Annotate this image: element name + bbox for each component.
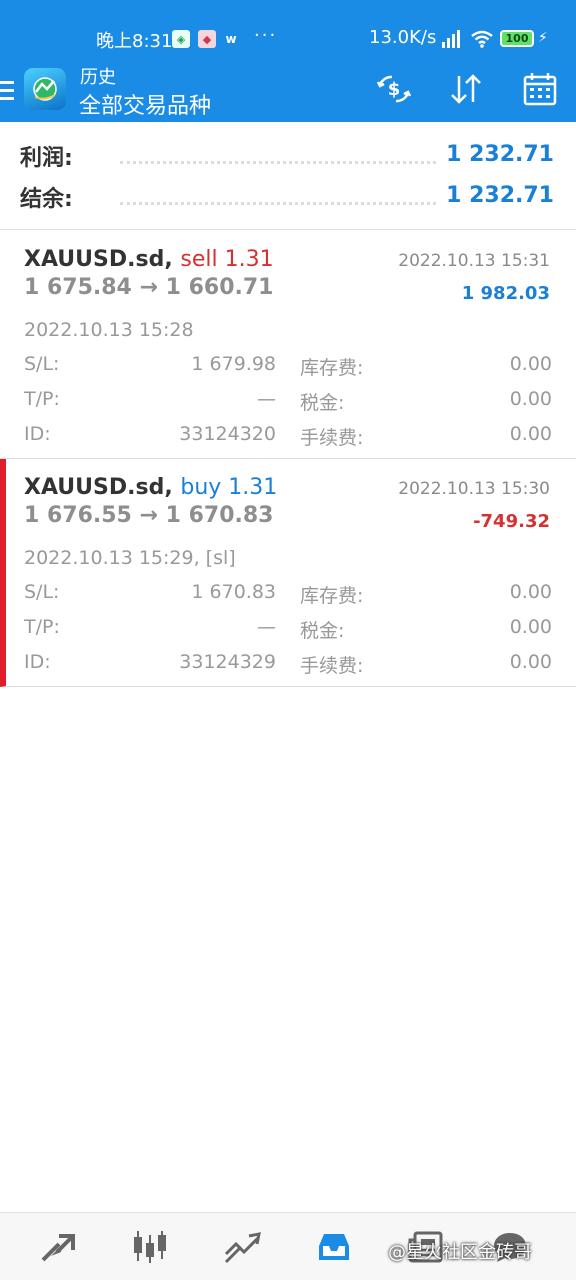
profit-row: 利润: 1 232.71 (0, 134, 576, 174)
app-toolbar: 历史 全部交易品种 $ (0, 60, 576, 122)
sort-icon (451, 74, 481, 104)
network-speed: 13.0K/s (369, 27, 437, 48)
nav-quotes[interactable] (36, 1225, 80, 1269)
sl-label: S/L: (24, 353, 60, 375)
deal-prices: 1 675.84 → 1 660.71 (24, 275, 274, 300)
deal-profit: 1 982.03 (461, 283, 550, 304)
deal-open-time: 2022.10.13 15:29, [sl] (24, 547, 236, 569)
deal-close-time: 2022.10.13 15:30 (398, 479, 550, 499)
app-notification-icon: ◆ (198, 30, 216, 48)
balance-value: 1 232.71 (446, 183, 554, 208)
charging-icon: ⚡ (538, 30, 548, 46)
deal-item[interactable]: XAUUSD.sd, buy 1.31 2022.10.13 15:30 1 6… (0, 459, 576, 687)
trade-icon (224, 1232, 261, 1264)
sl-value: 1 670.83 (191, 581, 276, 603)
sort-button[interactable] (446, 69, 486, 109)
svg-text:$: $ (388, 79, 401, 100)
tp-label: T/P: (24, 616, 60, 638)
more-notifications-icon: ··· (254, 25, 278, 46)
id-value: 33124320 (179, 423, 276, 445)
shield-notification-icon: ◈ (172, 30, 190, 48)
deal-symbol: XAUUSD.sd, (24, 475, 173, 500)
dotted-leader (120, 161, 436, 164)
menu-button[interactable] (0, 78, 14, 104)
battery-level: 100 (505, 32, 529, 45)
swap-value: 0.00 (509, 581, 552, 603)
swap-value: 0.00 (509, 353, 552, 375)
fee-value: 0.00 (509, 423, 552, 445)
balance-row: 结余: 1 232.71 (0, 175, 576, 215)
currency-exchange-icon: $ (376, 75, 412, 103)
signal-icon (442, 30, 460, 48)
profit-value: 1 232.71 (446, 142, 554, 167)
calendar-icon (523, 73, 557, 106)
deal-symbol-line: XAUUSD.sd, sell 1.31 (24, 247, 274, 272)
status-time: 晚上8:31 (96, 31, 173, 52)
deal-open-time: 2022.10.13 15:28 (24, 319, 194, 341)
symbol-filter[interactable]: 全部交易品种 (79, 88, 211, 120)
currency-exchange-button[interactable]: $ (374, 69, 414, 109)
fee-label: 手续费: (300, 427, 364, 449)
wifi-icon (471, 30, 493, 48)
metatrader-logo-icon (24, 68, 66, 110)
status-bar: 晚上8:31 ◈ ◆ w ··· 13.0K/s 100 ⚡ (0, 0, 576, 60)
profit-label: 利润: (20, 146, 73, 171)
deal-item[interactable]: XAUUSD.sd, sell 1.31 2022.10.13 15:31 1 … (0, 231, 576, 459)
deal-side-volume: sell 1.31 (180, 247, 274, 272)
page-title: 历史 (80, 67, 116, 88)
tp-label: T/P: (24, 388, 60, 410)
account-summary: 利润: 1 232.71 结余: 1 232.71 (0, 122, 576, 230)
swap-label: 库存费: (300, 357, 364, 379)
tax-label: 税金: (300, 620, 345, 642)
nav-chart[interactable] (128, 1225, 172, 1269)
battery-icon: 100 (500, 30, 534, 47)
deal-symbol-line: XAUUSD.sd, buy 1.31 (24, 475, 277, 500)
tax-value: 0.00 (509, 388, 552, 410)
id-label: ID: (24, 651, 51, 673)
dotted-leader (120, 202, 436, 205)
id-label: ID: (24, 423, 51, 445)
sl-label: S/L: (24, 581, 60, 603)
tax-value: 0.00 (509, 616, 552, 638)
tp-value: — (257, 388, 276, 410)
id-value: 33124329 (179, 651, 276, 673)
calendar-button[interactable] (520, 69, 560, 109)
history-icon (319, 1234, 349, 1260)
chart-icon (134, 1231, 166, 1263)
balance-label: 结余: (20, 187, 73, 212)
nav-trade[interactable] (220, 1225, 264, 1269)
tp-value: — (257, 616, 276, 638)
swap-label: 库存费: (300, 585, 364, 607)
deal-close-time: 2022.10.13 15:31 (398, 251, 550, 271)
deal-side-volume: buy 1.31 (180, 475, 278, 500)
weibo-notification-icon: w (225, 32, 237, 46)
deal-symbol: XAUUSD.sd, (24, 247, 173, 272)
deal-profit: -749.32 (473, 511, 550, 532)
notification-icons: ◈ ◆ w (172, 30, 238, 48)
deal-prices: 1 676.55 → 1 670.83 (24, 503, 274, 528)
nav-history[interactable] (312, 1225, 356, 1269)
fee-value: 0.00 (509, 651, 552, 673)
sl-value: 1 679.98 (191, 353, 276, 375)
tax-label: 税金: (300, 392, 345, 414)
fee-label: 手续费: (300, 655, 364, 677)
watermark: @星火社区金砖哥 (388, 1242, 532, 1263)
quotes-icon (41, 1234, 75, 1262)
